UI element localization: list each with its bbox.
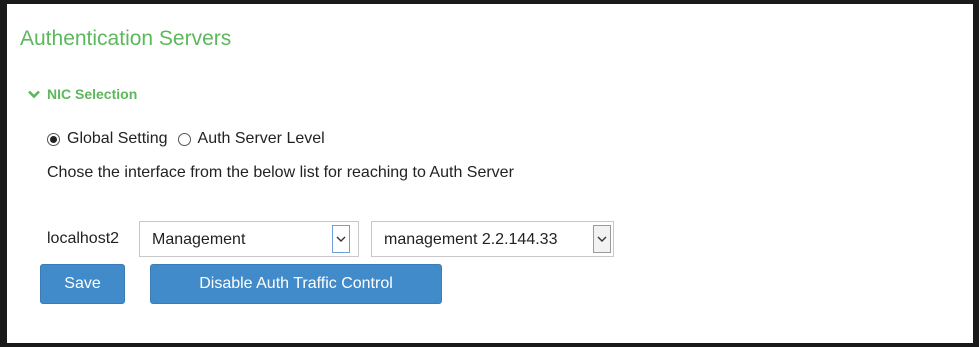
panel-border-right [973, 0, 979, 347]
radio-global-setting[interactable] [47, 132, 60, 146]
page-title: Authentication Servers [20, 27, 232, 50]
radio-global-setting-label[interactable]: Global Setting [67, 130, 168, 148]
chevron-down-icon [28, 90, 40, 98]
instruction-text: Chose the interface from the below list … [47, 164, 514, 181]
panel-border-left [0, 0, 7, 347]
interface-address-select-arrow[interactable] [593, 225, 611, 253]
interface-select-arrow[interactable] [332, 225, 350, 253]
interface-address-select-value: management 2.2.144.33 [384, 231, 558, 248]
panel-border-bottom [0, 343, 979, 347]
nic-selection-toggle[interactable]: NIC Selection [28, 84, 137, 104]
interface-address-select[interactable]: management 2.2.144.33 [371, 221, 614, 257]
chevron-down-icon [336, 236, 346, 242]
nic-scope-radio-group: Global Setting Auth Server Level [47, 128, 335, 150]
auth-servers-panel: Authentication Servers NIC Selection Glo… [0, 0, 979, 347]
panel-border-top [0, 0, 979, 4]
save-button[interactable]: Save [40, 264, 125, 304]
interface-select[interactable]: Management [139, 221, 359, 257]
chevron-down-icon [597, 236, 607, 242]
radio-auth-server-level[interactable] [177, 132, 191, 146]
interface-select-value: Management [152, 231, 246, 248]
host-name-label: localhost2 [47, 230, 120, 247]
section-header-label: NIC Selection [47, 86, 138, 102]
disable-auth-traffic-control-button[interactable]: Disable Auth Traffic Control [150, 264, 442, 304]
radio-auth-server-level-label[interactable]: Auth Server Level [198, 130, 325, 148]
